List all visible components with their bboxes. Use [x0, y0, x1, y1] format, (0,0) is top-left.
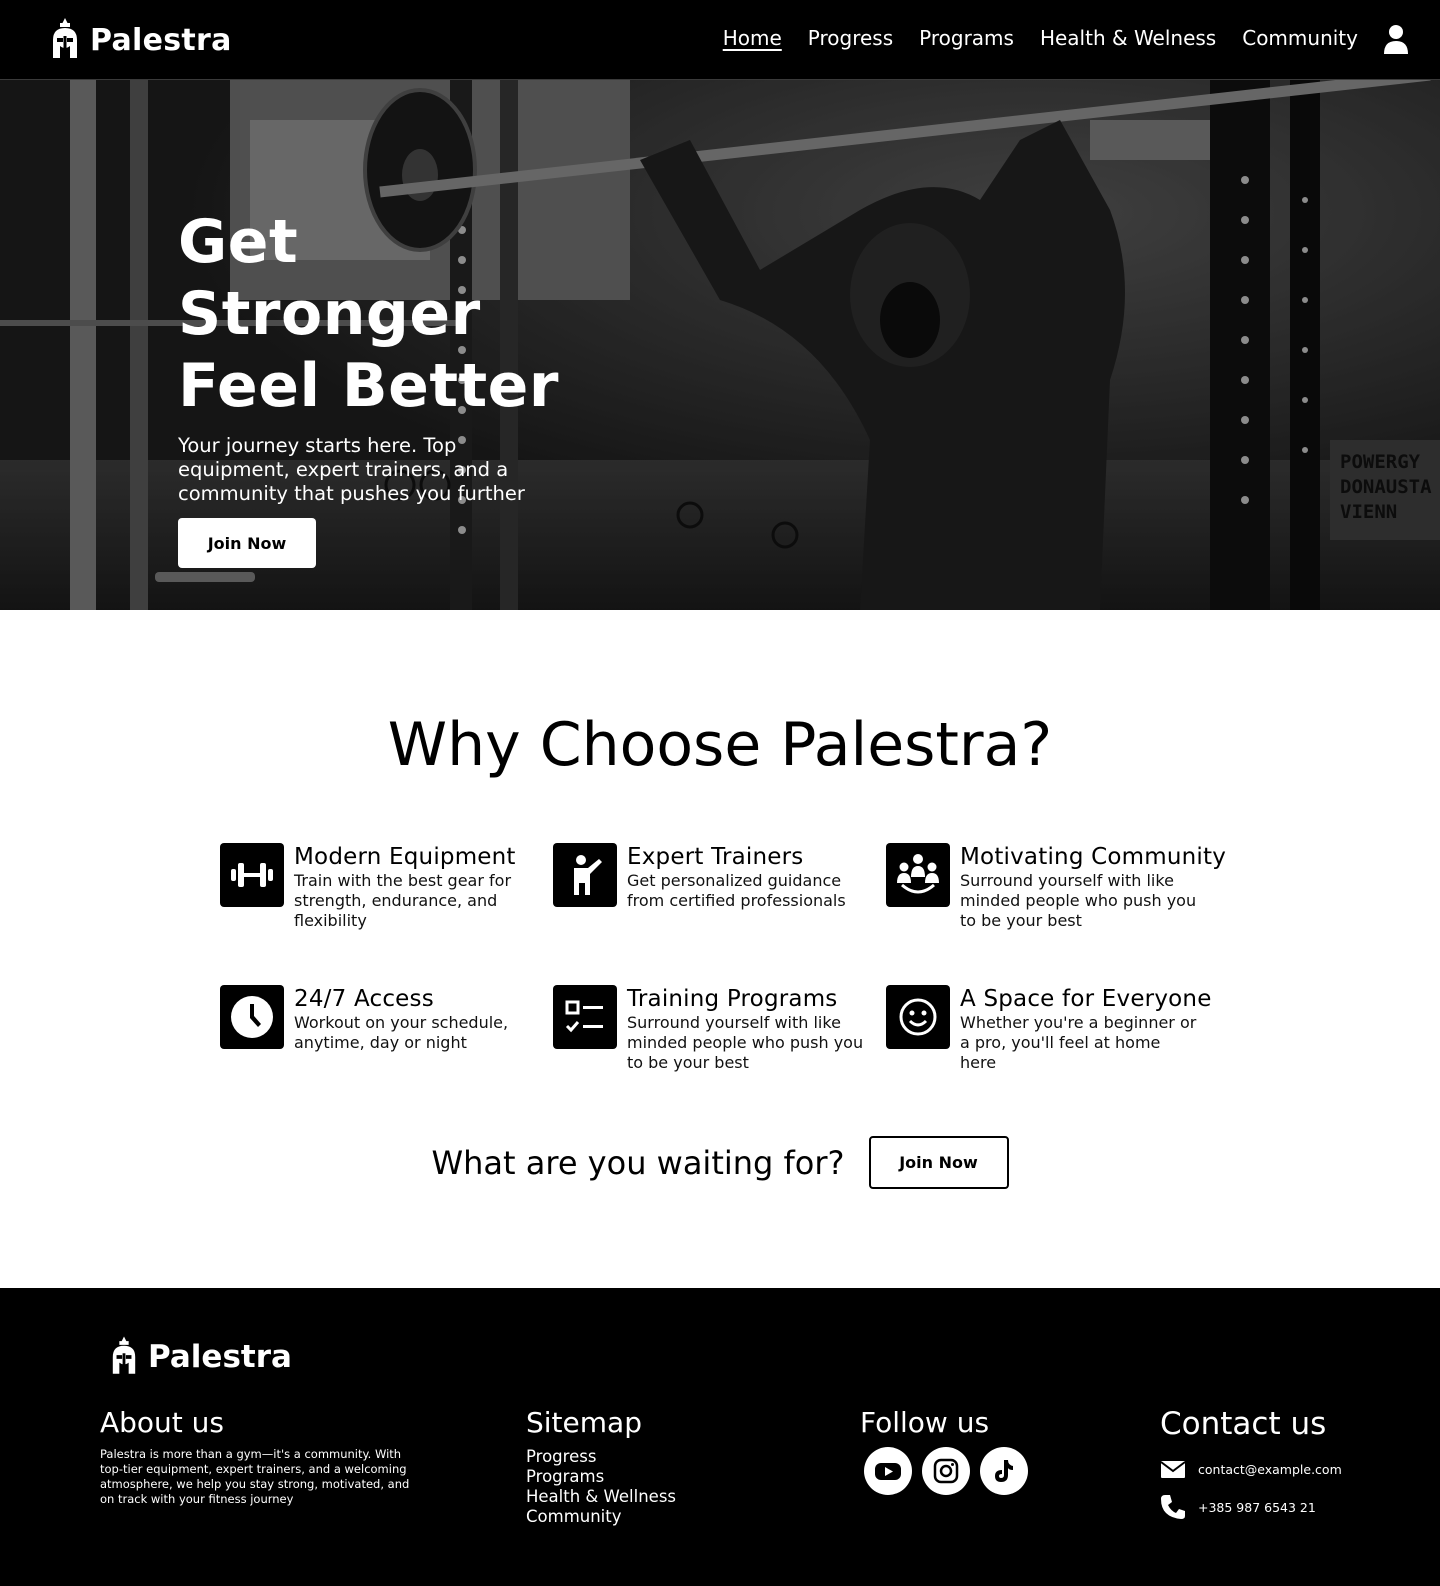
- contact-email: contact@example.com: [1198, 1461, 1342, 1477]
- contact-phone-row[interactable]: +385 987 6543 21: [1160, 1492, 1342, 1522]
- feature-description: Train with the best gear for strength, e…: [294, 871, 512, 930]
- hero-title-line-1: Get Stronger: [178, 207, 481, 349]
- feature-item: Expert Trainers Get personalized guidanc…: [553, 843, 886, 945]
- tiktok-icon: [995, 1460, 1013, 1482]
- nav-link-progress[interactable]: Progress: [808, 26, 893, 50]
- clock-icon: [231, 996, 273, 1038]
- feature-description: Surround yourself with like minded peopl…: [960, 871, 1197, 930]
- footer-follow: Follow us: [860, 1406, 1028, 1495]
- cta-join-now-button[interactable]: Join Now: [868, 1136, 1009, 1189]
- why-choose-title: Why Choose Palestra?: [387, 710, 1053, 780]
- trainer-icon: [574, 855, 602, 895]
- sitemap-link-community[interactable]: Community: [526, 1507, 676, 1527]
- nav-link-health-wellness[interactable]: Health & Welness: [1040, 26, 1216, 50]
- hero-content: Get Stronger Feel Better Your journey st…: [178, 206, 598, 568]
- features-grid: Modern Equipment Train with the best gea…: [220, 843, 1230, 1087]
- footer-brand-name: Palestra: [148, 1339, 292, 1375]
- feature-item: 24/7 Access Workout on your schedule, an…: [220, 985, 553, 1087]
- feature-title: A Space for Everyone: [960, 986, 1212, 1012]
- brand-name: Palestra: [90, 22, 232, 58]
- contact-phone: +385 987 6543 21: [1198, 1499, 1316, 1515]
- feature-item: A Space for Everyone Whether you're a be…: [886, 985, 1230, 1087]
- hero-title-line-2: Feel Better: [178, 351, 559, 421]
- cta-row: What are you waiting for? Join Now: [0, 1136, 1440, 1189]
- feature-item: Motivating Community Surround yourself w…: [886, 843, 1230, 945]
- nav-link-home[interactable]: Home: [723, 26, 782, 50]
- footer-sitemap-title: Sitemap: [526, 1406, 642, 1439]
- feature-description: Get personalized guidance from certified…: [627, 871, 846, 910]
- footer-contact: Contact us contact@example.com +385 987 …: [1160, 1406, 1342, 1530]
- feature-item: Training Programs Surround yourself with…: [553, 985, 886, 1087]
- community-icon: [897, 854, 939, 894]
- cta-text: What are you waiting for?: [431, 1143, 845, 1182]
- spartan-helmet-logo-icon: [112, 1336, 136, 1374]
- smiley-icon: [899, 998, 937, 1036]
- feature-title: Modern Equipment: [294, 844, 516, 870]
- tiktok-link[interactable]: [980, 1447, 1028, 1495]
- nav-link-community[interactable]: Community: [1242, 26, 1358, 50]
- sitemap-link-progress[interactable]: Progress: [526, 1447, 676, 1467]
- youtube-icon: [875, 1463, 901, 1480]
- hero-join-now-button[interactable]: Join Now: [178, 518, 316, 568]
- feature-item: Modern Equipment Train with the best gea…: [220, 843, 553, 945]
- feature-title: Training Programs: [627, 986, 838, 1012]
- instagram-link[interactable]: [922, 1447, 970, 1495]
- feature-description: Surround yourself with like minded peopl…: [627, 1013, 864, 1072]
- footer-about-title: About us: [100, 1406, 225, 1439]
- phone-icon: [1161, 1495, 1185, 1519]
- hero-subtitle: Your journey starts here. Top equipment,…: [178, 434, 525, 505]
- feature-title: 24/7 Access: [294, 986, 434, 1012]
- main-nav: Home Progress Programs Health & Welness …: [723, 26, 1358, 50]
- instagram-icon: [933, 1458, 959, 1484]
- youtube-link[interactable]: [864, 1447, 912, 1495]
- hero-section: POWERGY DONAUSTA VIENN Get Stronger Feel…: [0, 80, 1440, 610]
- hero-title: Get Stronger Feel Better: [178, 206, 598, 422]
- top-navbar: Palestra Home Progress Programs Health &…: [0, 0, 1440, 80]
- sitemap-link-health-wellness[interactable]: Health & Wellness: [526, 1487, 676, 1507]
- footer: Palestra About us Palestra is more than …: [0, 1288, 1440, 1586]
- contact-email-row[interactable]: contact@example.com: [1160, 1454, 1342, 1484]
- envelope-icon: [1160, 1461, 1186, 1478]
- nav-link-programs[interactable]: Programs: [919, 26, 1014, 50]
- footer-about-text: Palestra is more than a gym—it's a commu…: [100, 1447, 410, 1506]
- feature-description: Whether you're a beginner or a pro, you'…: [960, 1013, 1197, 1072]
- user-account-icon[interactable]: [1382, 24, 1410, 56]
- footer-sitemap: Sitemap Progress Programs Health & Welln…: [526, 1406, 676, 1527]
- sitemap-link-programs[interactable]: Programs: [526, 1467, 676, 1487]
- brand[interactable]: Palestra: [50, 16, 232, 64]
- footer-brand[interactable]: Palestra: [110, 1336, 292, 1378]
- checklist-icon: [565, 1000, 603, 1033]
- footer-about: About us Palestra is more than a gym—it'…: [100, 1406, 410, 1507]
- feature-description: Workout on your schedule, anytime, day o…: [294, 1013, 509, 1052]
- footer-contact-title: Contact us: [1160, 1406, 1327, 1442]
- feature-title: Expert Trainers: [627, 844, 804, 870]
- feature-title: Motivating Community: [960, 844, 1227, 870]
- dumbbell-icon: [231, 863, 273, 887]
- footer-follow-title: Follow us: [860, 1406, 990, 1439]
- spartan-helmet-logo-icon: [53, 18, 77, 58]
